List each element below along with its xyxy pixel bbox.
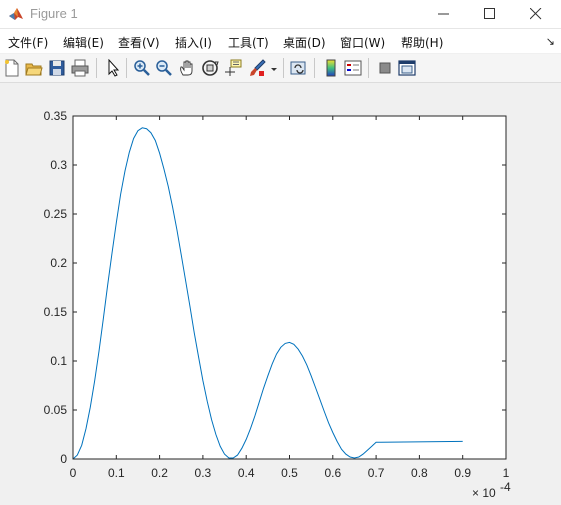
toolbar-separator (314, 58, 315, 78)
menu-desktop[interactable]: 桌面(D) (283, 34, 326, 51)
y-tick-label: 0.3 (50, 158, 67, 172)
brush-icon[interactable] (248, 59, 266, 77)
menu-view[interactable]: 查看(V) (118, 34, 160, 51)
toolbar-separator (126, 58, 127, 78)
x-tick-label: 0.4 (238, 466, 255, 480)
toolbar-separator (283, 58, 284, 78)
x-tick-label: 0.6 (324, 466, 341, 480)
x-tick-label: 0.2 (151, 466, 168, 480)
figure-toolbar (0, 54, 561, 83)
y-tick-label: 0.35 (44, 109, 68, 123)
toolbar-separator (96, 58, 97, 78)
x-exponent-label: × 10 (472, 486, 496, 500)
legend-icon[interactable] (344, 59, 362, 77)
x-tick-label: 0.3 (195, 466, 212, 480)
menu-insert[interactable]: 插入(I) (175, 34, 212, 51)
zoom-out-icon[interactable] (155, 59, 173, 77)
rotate-3d-icon[interactable] (201, 59, 219, 77)
data-cursor-icon[interactable] (224, 59, 242, 77)
dock-arrow-icon[interactable]: ↘ (546, 35, 555, 48)
open-file-icon[interactable] (25, 59, 43, 77)
pan-hand-icon[interactable] (178, 59, 196, 77)
close-button[interactable] (513, 0, 559, 28)
x-tick-label: 0.9 (454, 466, 471, 480)
maximize-icon (484, 8, 495, 19)
x-tick-label: 0.5 (281, 466, 298, 480)
x-tick-label: 0.8 (411, 466, 428, 480)
y-tick-label: 0 (60, 452, 67, 466)
save-icon[interactable] (48, 59, 66, 77)
x-tick-label: 0 (70, 466, 77, 480)
close-icon (530, 8, 542, 20)
colorbar-icon[interactable] (322, 59, 340, 77)
y-tick-label: 0.05 (44, 403, 68, 417)
x-tick-label: 0.7 (368, 466, 385, 480)
window-titlebar: Figure 1 (0, 0, 561, 29)
window-title: Figure 1 (30, 6, 78, 21)
y-tick-label: 0.1 (50, 354, 67, 368)
new-figure-icon[interactable] (3, 59, 21, 77)
menu-edit[interactable]: 编辑(E) (63, 34, 104, 51)
maximize-button[interactable] (467, 0, 513, 28)
menu-bar: 文件(F) 编辑(E) 查看(V) 插入(I) 工具(T) 桌面(D) 窗口(W… (0, 29, 561, 53)
axes-background (73, 116, 506, 459)
x-exponent-power: -4 (500, 480, 511, 494)
y-tick-label: 0.15 (44, 305, 68, 319)
link-plot-icon[interactable] (290, 59, 308, 77)
y-tick-label: 0.2 (50, 256, 67, 270)
menu-tools[interactable]: 工具(T) (228, 34, 269, 51)
menu-window[interactable]: 窗口(W) (340, 34, 385, 51)
minimize-icon (438, 13, 449, 15)
show-plot-tools-icon[interactable] (398, 59, 416, 77)
hide-plot-tools-icon[interactable] (376, 59, 394, 77)
matlab-logo-icon (8, 6, 24, 22)
menu-file[interactable]: 文件(F) (8, 34, 48, 51)
line-chart[interactable]: 0 0.1 0.2 0.3 0.4 0.5 0.6 0.7 0.8 0.9 1 0 0.05 0.1 0.1… (0, 83, 561, 505)
zoom-in-icon[interactable] (133, 59, 151, 77)
minimize-button[interactable] (421, 0, 467, 28)
x-tick-label: 1 (503, 466, 510, 480)
x-tick-label: 0.1 (108, 466, 125, 480)
print-icon[interactable] (71, 59, 89, 77)
brush-dropdown-icon[interactable] (270, 59, 278, 77)
menu-help[interactable]: 帮助(H) (401, 34, 443, 51)
y-tick-label: 0.25 (44, 207, 68, 221)
figure-canvas: 0 0.1 0.2 0.3 0.4 0.5 0.6 0.7 0.8 0.9 1 0 0.05 0.1 0.1… (0, 83, 561, 505)
edit-plot-arrow-icon[interactable] (104, 58, 122, 77)
toolbar-separator (368, 58, 369, 78)
